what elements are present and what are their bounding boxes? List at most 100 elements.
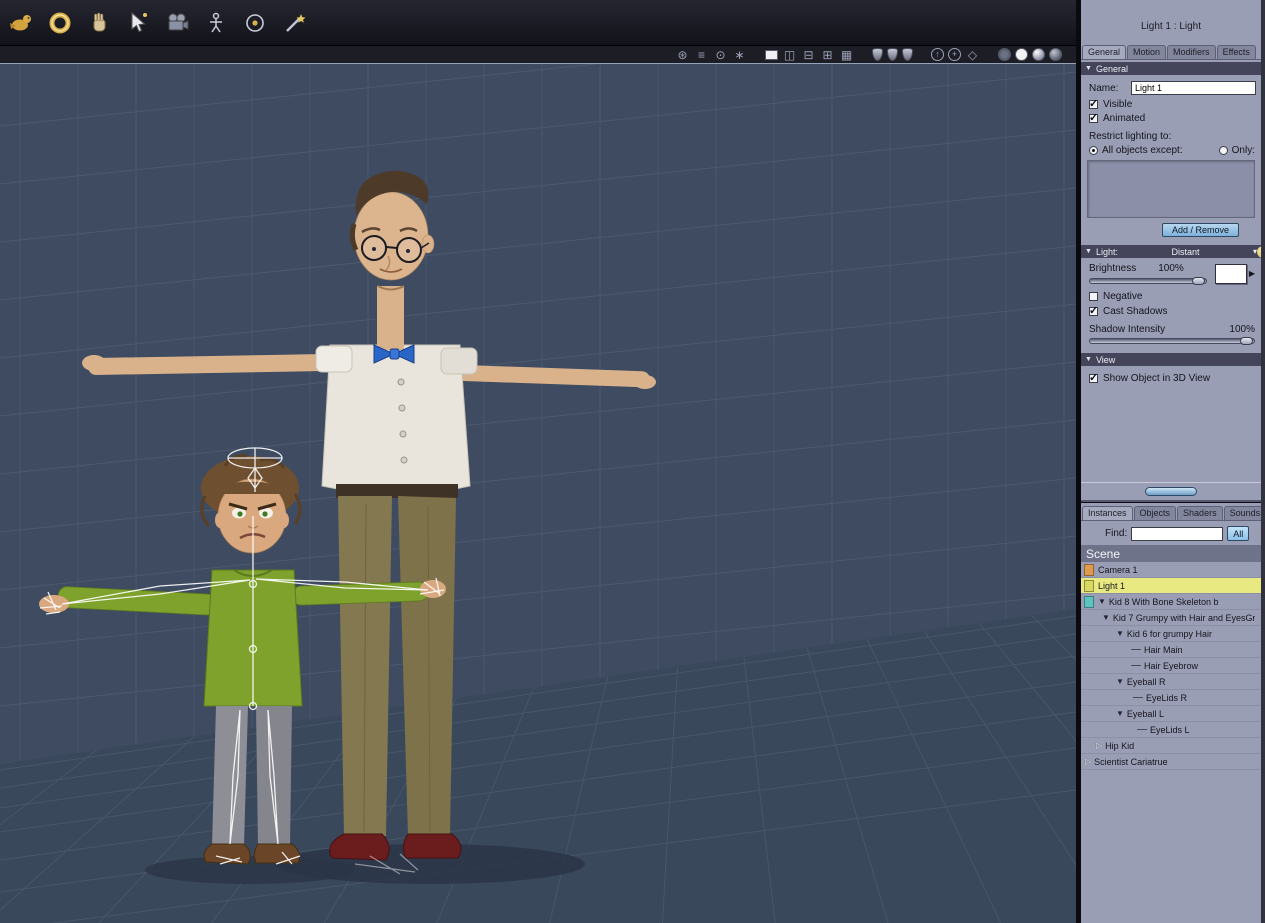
viewport-toolbar: ⊛ ≡ ⊙ ∗ ◫ ⊟ ⊞ ▦ ↑ + ◇ [0, 45, 1076, 63]
expand-arrow-icon[interactable]: ▼ [1116, 709, 1124, 718]
color-arrow-icon[interactable]: ▶ [1249, 269, 1255, 278]
light-type-dropdown[interactable]: Distant [1122, 247, 1249, 257]
bank-icon[interactable]: ↑ [931, 48, 944, 61]
tree-row-hair-eyebrow[interactable]: Hair Eyebrow [1081, 658, 1261, 674]
name-input[interactable] [1131, 81, 1256, 95]
splitter-handle[interactable] [1145, 487, 1197, 496]
restrict-label: Restrict lighting to: [1089, 131, 1172, 142]
collapse-arrow-icon: ▼ [1085, 248, 1092, 255]
tree-connector [1137, 729, 1147, 730]
workspace-left: ⊛ ≡ ⊙ ∗ ◫ ⊟ ⊞ ▦ ↑ + ◇ [0, 0, 1076, 923]
tree-row-scientist[interactable]: ▷ Scientist Cariatrue [1081, 754, 1261, 770]
camera-tool-icon[interactable] [162, 8, 192, 38]
autokey-icon[interactable]: ⊙ [713, 48, 728, 62]
tree-row-light-1[interactable]: Light 1 [1081, 578, 1261, 594]
panel-splitter [1081, 482, 1261, 502]
negative-checkbox[interactable] [1089, 292, 1098, 301]
all-objects-label: All objects except: [1102, 145, 1183, 156]
animated-checkbox[interactable] [1089, 111, 1098, 124]
layout-hsplit-icon[interactable]: ⊟ [801, 48, 816, 62]
cast-shadows-row: Cast Shadows [1081, 304, 1261, 317]
show-object-checkbox[interactable] [1089, 371, 1098, 384]
brightness-slider[interactable] [1089, 277, 1207, 285]
animated-row: Animated [1081, 111, 1261, 124]
track-icon[interactable]: ◇ [965, 48, 980, 62]
tree-row-kid-7[interactable]: ▼ Kid 7 Grumpy with Hair and EyesGr [1081, 610, 1261, 626]
tree-connector [1133, 697, 1143, 698]
dark-sphere-icon[interactable] [1049, 48, 1062, 61]
tree-row-camera-1[interactable]: Camera 1 [1081, 562, 1261, 578]
name-row: Name: [1081, 81, 1261, 95]
collapsed-arrow-icon[interactable]: ▷ [1085, 757, 1091, 766]
tree-row-eyeball-r[interactable]: ▼ Eyeball R [1081, 674, 1261, 690]
tab-general[interactable]: General [1082, 45, 1127, 59]
tree-row-eyelids-r[interactable]: EyeLids R [1081, 690, 1261, 706]
layout-full-icon[interactable] [765, 49, 778, 60]
tab-instances[interactable]: Instances [1082, 506, 1133, 520]
light-chip-icon [1084, 579, 1094, 592]
pointer-tool-icon[interactable] [123, 8, 153, 38]
tree-row-kid-6[interactable]: ▼ Kid 6 for grumpy Hair [1081, 626, 1261, 642]
dolly-tool-icon[interactable] [201, 8, 231, 38]
tab-modifiers[interactable]: Modifiers [1167, 45, 1216, 59]
snap-icon[interactable]: ⊛ [675, 48, 690, 62]
wand-tool-icon[interactable] [279, 8, 309, 38]
tab-shaders[interactable]: Shaders [1177, 506, 1223, 520]
tab-motion[interactable]: Motion [1127, 45, 1167, 59]
add-remove-button[interactable]: Add / Remove [1161, 223, 1239, 237]
view-section-header[interactable]: ▼ View [1081, 353, 1261, 366]
cast-shadows-checkbox[interactable] [1089, 304, 1098, 317]
expand-arrow-icon[interactable]: ▼ [1116, 677, 1124, 686]
wire-sphere-icon[interactable] [998, 48, 1011, 61]
collapsed-arrow-icon[interactable]: ▷ [1096, 741, 1102, 750]
find-all-button[interactable]: All [1227, 526, 1250, 541]
tab-sounds[interactable]: Sounds [1223, 506, 1261, 520]
effects-icon[interactable]: ∗ [732, 48, 747, 62]
hand-tool-icon[interactable] [84, 8, 114, 38]
name-label: Name: [1089, 82, 1119, 94]
tab-objects[interactable]: Objects [1133, 506, 1177, 520]
light-section-header[interactable]: ▼ Light: Distant ▾ [1081, 245, 1261, 258]
ring-tool-icon[interactable] [45, 8, 75, 38]
shadow-intensity-slider-thumb[interactable] [1240, 337, 1253, 345]
restrict-object-list[interactable] [1087, 160, 1255, 218]
all-objects-radio[interactable] [1089, 146, 1098, 155]
collapse-arrow-icon: ▼ [1085, 356, 1092, 363]
white-sphere-icon[interactable] [1015, 48, 1028, 61]
layout-2pane-icon[interactable]: ◫ [782, 48, 797, 62]
shadow-intensity-slider[interactable] [1089, 337, 1255, 345]
find-input[interactable] [1131, 526, 1224, 541]
bird-tool-icon[interactable] [6, 8, 36, 38]
shade-flat-icon[interactable] [887, 48, 898, 61]
meter-icon[interactable]: ≡ [694, 48, 709, 62]
shaded-sphere-icon[interactable] [1032, 48, 1045, 61]
only-radio[interactable] [1218, 146, 1228, 155]
properties-panel: Light 1 : Light General Motion Modifiers… [1081, 0, 1261, 482]
expand-arrow-icon[interactable]: ▼ [1116, 629, 1124, 638]
restrict-options-row: All objects except: Only: [1081, 145, 1261, 156]
scene-header[interactable]: Scene [1081, 545, 1261, 562]
tab-effects[interactable]: Effects [1216, 45, 1256, 59]
tree-row-eyelids-l[interactable]: EyeLids L [1081, 722, 1261, 738]
visible-checkbox[interactable] [1089, 97, 1098, 110]
pan-icon[interactable]: + [948, 48, 961, 61]
layout-4pane-icon[interactable]: ⊞ [820, 48, 835, 62]
browser-tabs: Instances Objects Shaders Sounds [1081, 503, 1261, 521]
general-section-header[interactable]: ▼ General [1081, 62, 1261, 75]
tree-row-kid-8[interactable]: ▼ Kid 8 With Bone Skeleton b [1081, 594, 1261, 610]
target-tool-icon[interactable] [240, 8, 270, 38]
light-color-swatch[interactable] [1214, 263, 1247, 284]
visible-label: Visible [1103, 99, 1133, 110]
tree-row-eyeball-l[interactable]: ▼ Eyeball L [1081, 706, 1261, 722]
tree-row-hair-main[interactable]: Hair Main [1081, 642, 1261, 658]
right-panel: Light 1 : Light General Motion Modifiers… [1076, 0, 1265, 923]
brightness-slider-thumb[interactable] [1191, 277, 1205, 285]
tree-row-hip-kid[interactable]: ▷ Hip Kid [1081, 738, 1261, 754]
expand-arrow-icon[interactable]: ▼ [1098, 597, 1106, 606]
shade-smooth-icon[interactable] [902, 48, 913, 61]
find-label: Find: [1105, 528, 1128, 539]
layout-grid-icon[interactable]: ▦ [839, 48, 854, 62]
viewport-3d[interactable] [0, 63, 1076, 923]
shade-wire-icon[interactable] [872, 48, 883, 61]
expand-arrow-icon[interactable]: ▼ [1102, 613, 1110, 622]
